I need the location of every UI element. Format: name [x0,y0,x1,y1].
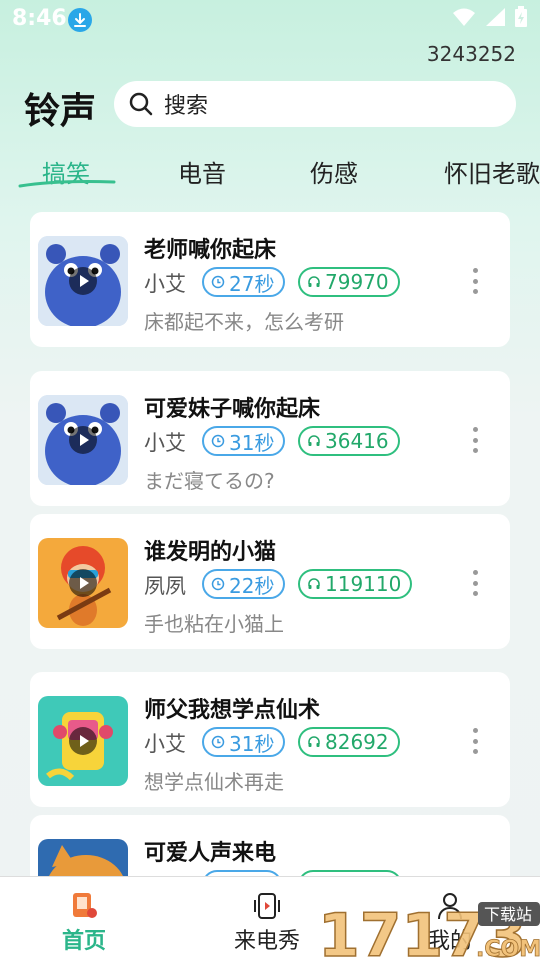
clock-icon [211,735,225,749]
nav-home[interactable]: 首页 [62,891,106,955]
search-icon [129,92,153,116]
video-call-icon [254,893,280,919]
user-id: 3243252 [426,42,516,66]
tab-electronic[interactable]: 电音 [178,154,226,189]
more-options-icon[interactable] [472,728,478,754]
duration-badge: 31秒 [202,426,286,456]
status-bar: 8:46 [0,0,540,40]
download-icon [68,8,92,32]
ringtone-title: 可爱人声来电 [144,841,277,866]
ringtone-thumbnail [38,236,128,326]
ringtone-thumbnail [38,538,128,628]
system-icons [452,6,528,28]
more-options-icon[interactable] [472,427,478,453]
battery-icon [515,6,527,27]
tab-oldies[interactable]: 怀旧老歌 [444,154,540,189]
play-icon[interactable] [69,569,97,597]
headphones-icon [308,435,320,446]
ringtone-description: まだ寝てるの? [144,469,275,493]
play-count-text: 82692 [325,730,389,754]
ringtone-card[interactable]: 师父我想学点仙术 小艾 31秒 82692 想学点仙术再走 [30,672,510,807]
ringtone-author: 夙夙 [144,574,186,598]
ringtone-description: 想学点仙术再走 [144,770,284,794]
ringtone-title: 老师喊你起床 [144,238,277,263]
duration-badge: 27秒 [202,267,286,297]
headphones-icon [308,276,320,287]
status-time: 8:46 [12,6,67,31]
ringtone-description: 床都起不来，怎么考研 [144,310,344,334]
active-tab-indicator [18,180,116,188]
headphones-icon [308,736,320,747]
ringtone-author: 小艾 [144,272,186,296]
home-phone-icon [73,893,97,918]
tab-sad[interactable]: 伤感 [310,154,358,189]
ringtone-author: 小艾 [144,431,186,455]
duration-text: 31秒 [229,731,275,756]
ringtone-card[interactable]: 老师喊你起床 小艾 27秒 79970 床都起不来，怎么考研 [30,212,510,347]
ringtone-thumbnail [38,696,128,786]
duration-text: 27秒 [229,271,275,296]
duration-badge: 22秒 [202,569,286,599]
play-count-text: 36416 [325,429,389,453]
play-count-badge: 36416 [298,426,400,456]
ringtone-title: 谁发明的小猫 [144,540,277,565]
more-options-icon[interactable] [472,268,478,294]
clock-icon [211,275,225,289]
site-watermark-logo: 17173 下载站 .COM [318,900,540,960]
app-title: 铃声 [24,91,97,132]
play-icon[interactable] [69,727,97,755]
nav-home-label: 首页 [62,929,107,954]
ringtone-thumbnail [38,395,128,485]
clock-icon [211,434,225,448]
play-count-badge: 82692 [298,727,400,757]
ringtone-title: 可爱妹子喊你起床 [144,397,321,422]
duration-text: 22秒 [229,573,275,598]
nav-caller-show-label: 来电秀 [234,929,301,954]
ringtone-description: 手也粘在小猫上 [144,612,284,636]
play-count-badge: 119110 [298,569,413,599]
svg-text:.COM: .COM [476,937,540,960]
clock-icon [211,577,225,591]
ringtone-card[interactable]: 可爱妹子喊你起床 小艾 31秒 36416 まだ寝てるの? [30,371,510,506]
signal-icon [486,8,505,26]
ringtone-card[interactable]: 谁发明的小猫 夙夙 22秒 119110 手也粘在小猫上 [30,514,510,649]
search-placeholder: 搜索 [164,94,209,119]
headphones-icon [308,578,320,589]
play-count-text: 119110 [325,572,402,596]
search-bar[interactable]: 搜索 [114,81,516,127]
play-count-text: 79970 [325,270,389,294]
wifi-icon [453,8,475,26]
duration-text: 31秒 [229,430,275,455]
play-icon[interactable] [69,267,97,295]
nav-caller-show[interactable]: 来电秀 [234,891,300,955]
play-icon[interactable] [69,426,97,454]
more-options-icon[interactable] [472,570,478,596]
svg-text:下载站: 下载站 [484,905,532,924]
ringtone-title: 师父我想学点仙术 [144,698,321,723]
play-count-badge: 79970 [298,267,400,297]
duration-badge: 31秒 [202,727,286,757]
ringtone-author: 小艾 [144,732,186,756]
